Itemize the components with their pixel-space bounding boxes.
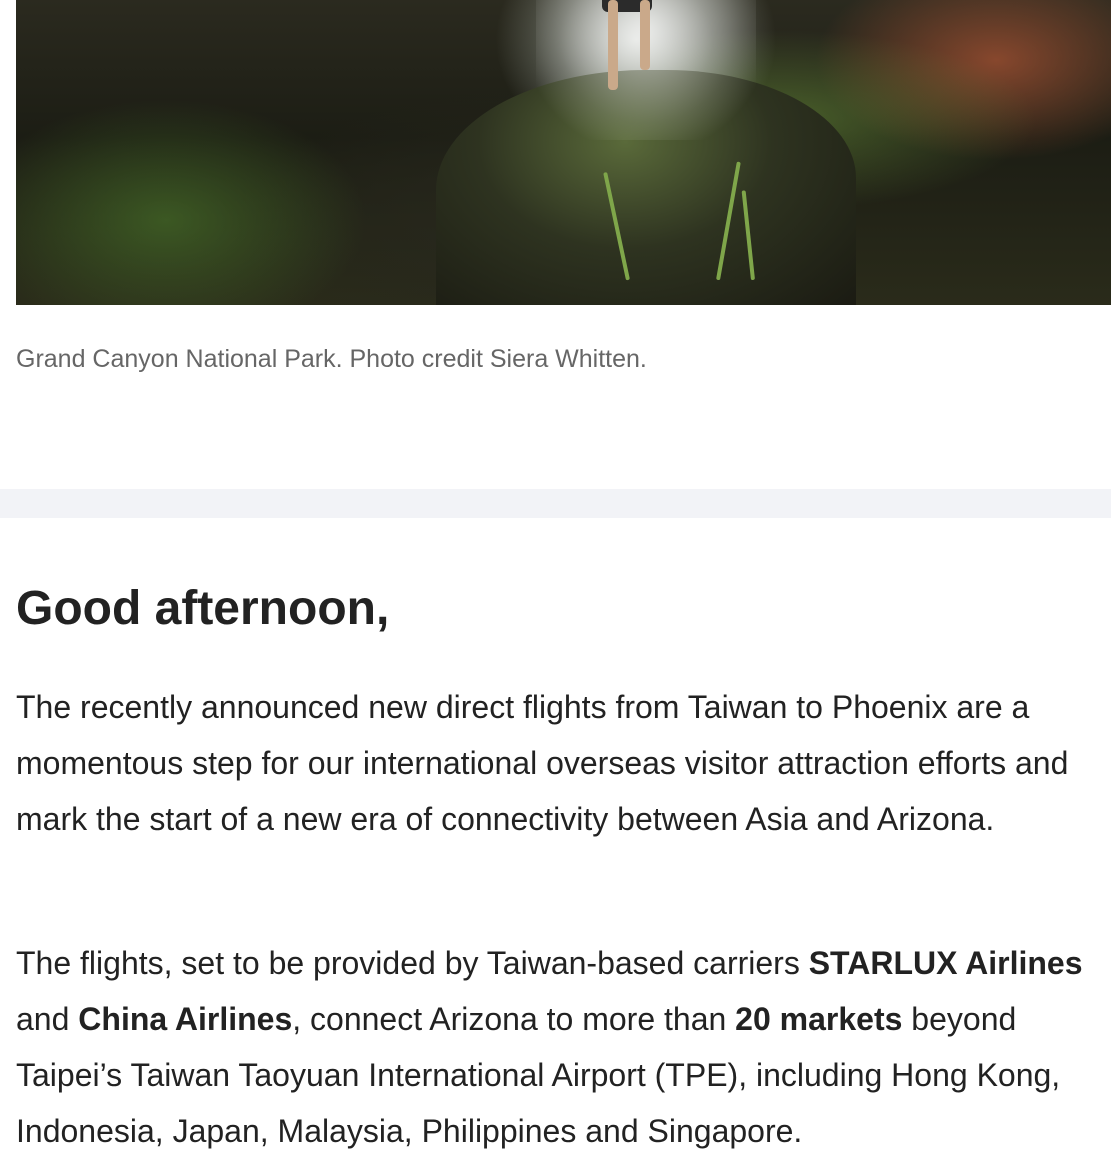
airline-name-starlux: STARLUX Airlines: [808, 945, 1083, 981]
greeting-heading: Good afternoon,: [16, 582, 390, 635]
photo-caption: Grand Canyon National Park. Photo credit…: [16, 345, 647, 373]
section-divider: [0, 489, 1111, 518]
hiker-leg: [640, 0, 650, 70]
airline-name-china: China Airlines: [78, 1001, 293, 1037]
flights-paragraph: The flights, set to be provided by Taiwa…: [16, 935, 1106, 1159]
text-run: The flights, set to be provided by Taiwa…: [16, 945, 809, 981]
text-run: , connect Arizona to more than: [292, 1001, 736, 1037]
intro-paragraph: The recently announced new direct flight…: [16, 689, 1069, 837]
hiker-leg: [608, 0, 618, 90]
hero-photo: [16, 0, 1111, 305]
text-run: and: [16, 1001, 79, 1037]
markets-count: 20 markets: [735, 1001, 903, 1037]
